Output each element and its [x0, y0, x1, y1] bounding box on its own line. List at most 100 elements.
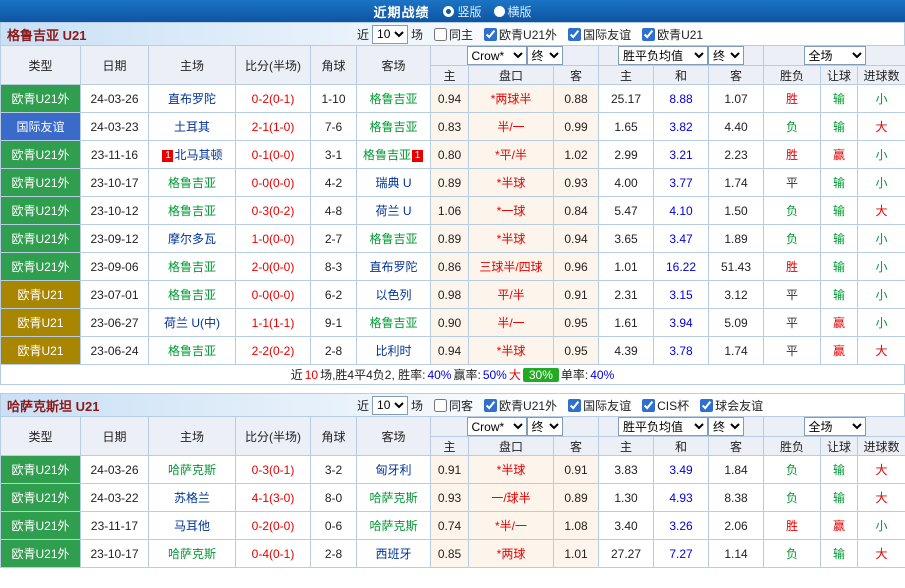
home-team[interactable]: 格鲁吉亚 — [168, 344, 216, 358]
home-odds: 0.94 — [430, 336, 469, 365]
odds-final-select[interactable]: 终 — [526, 417, 563, 436]
checkbox-input[interactable] — [484, 398, 498, 412]
col-header-wdl: 胜负 — [763, 436, 821, 456]
handicap: *两球半 — [468, 84, 554, 113]
away-team[interactable]: 格鲁吉亚 — [369, 316, 417, 330]
col-header-date: 日期 — [80, 416, 149, 456]
home-odds: 0.83 — [430, 112, 469, 141]
score[interactable]: 2-1(1-0) — [235, 112, 311, 141]
checkbox-input[interactable] — [484, 27, 498, 41]
away-team[interactable]: 西班牙 — [375, 547, 411, 561]
away-team[interactable]: 格鲁吉亚 — [363, 148, 411, 162]
home-team[interactable]: 马耳他 — [174, 519, 210, 533]
layout-radio-0[interactable]: 竖版 — [443, 3, 482, 20]
away-team[interactable]: 比利时 — [375, 344, 411, 358]
recent-count-select[interactable]: 10 — [372, 24, 409, 44]
corners: 3-2 — [310, 455, 357, 484]
score[interactable]: 0-2(0-0) — [235, 511, 311, 540]
corners: 8-3 — [310, 252, 357, 281]
avg-type-select[interactable]: 胜平负均值 — [618, 417, 708, 436]
score[interactable]: 0-2(0-1) — [235, 84, 311, 113]
avg-type-select[interactable]: 胜平负均值 — [618, 46, 708, 65]
avg-home: 2.99 — [598, 140, 654, 169]
filter-checkbox-4[interactable]: 球会友谊 — [692, 397, 763, 414]
away-team[interactable]: 哈萨克斯 — [369, 491, 417, 505]
checkbox-input[interactable] — [642, 27, 656, 41]
filter-checkbox-1[interactable]: 欧青U21外 — [476, 397, 557, 414]
bookmaker-select[interactable]: Crow* — [466, 46, 527, 65]
home-team[interactable]: 哈萨克斯 — [168, 463, 216, 477]
layout-radio-1[interactable]: 横版 — [493, 3, 532, 20]
away-team-cell: 格鲁吉亚 1 — [356, 140, 431, 169]
filter-checkbox-2[interactable]: 国际友谊 — [560, 397, 631, 414]
away-team[interactable]: 格鲁吉亚 — [369, 232, 417, 246]
col-header-type: 类型 — [0, 416, 81, 456]
filter-checkbox-2[interactable]: 国际友谊 — [560, 26, 631, 43]
score[interactable]: 0-3(0-1) — [235, 455, 311, 484]
score[interactable]: 2-2(0-2) — [235, 336, 311, 365]
away-team-cell: 哈萨克斯 — [356, 483, 431, 512]
away-team[interactable]: 直布罗陀 — [369, 260, 417, 274]
score[interactable]: 0-4(0-1) — [235, 539, 311, 568]
away-team[interactable]: 格鲁吉亚 — [369, 92, 417, 106]
summary-text: 单率: — [560, 368, 589, 382]
avg-final-select[interactable]: 终 — [708, 417, 744, 436]
scope-select[interactable]: 全场 — [803, 417, 866, 436]
home-team[interactable]: 格鲁吉亚 — [168, 204, 216, 218]
score[interactable]: 0-1(0-0) — [235, 140, 311, 169]
filter-checkbox-3[interactable]: CIS杯 — [634, 397, 689, 414]
away-team[interactable]: 哈萨克斯 — [369, 519, 417, 533]
checkbox-input[interactable] — [568, 398, 582, 412]
home-team[interactable]: 格鲁吉亚 — [168, 288, 216, 302]
avg-away: 8.38 — [708, 483, 764, 512]
home-team[interactable]: 北马其顿 — [174, 148, 222, 162]
filter-checkbox-1[interactable]: 欧青U21外 — [476, 26, 557, 43]
home-team[interactable]: 摩尔多瓦 — [168, 232, 216, 246]
home-team[interactable]: 格鲁吉亚 — [168, 260, 216, 274]
match-date: 24-03-23 — [80, 112, 149, 141]
away-team[interactable]: 荷兰 U — [375, 204, 411, 218]
scope-select[interactable]: 全场 — [803, 46, 866, 65]
home-team[interactable]: 土耳其 — [174, 120, 210, 134]
score[interactable]: 0-0(0-0) — [235, 280, 311, 309]
home-team[interactable]: 荷兰 U(中) — [164, 316, 220, 330]
score[interactable]: 4-1(3-0) — [235, 483, 311, 512]
checkbox-input[interactable] — [434, 398, 448, 412]
match-row: 欧青U21外 23-10-17 哈萨克斯 0-4(0-1) 2-8 西班牙 0.85 *两球 1… — [0, 539, 905, 568]
checkbox-label: 欧青U21外 — [499, 27, 558, 42]
score[interactable]: 2-0(0-0) — [235, 252, 311, 281]
away-team[interactable]: 格鲁吉亚 — [369, 120, 417, 134]
avg-draw: 3.82 — [653, 112, 709, 141]
score[interactable]: 0-3(0-2) — [235, 196, 311, 225]
home-team[interactable]: 哈萨克斯 — [168, 547, 216, 561]
result-handicap: 输 — [820, 455, 858, 484]
home-team[interactable]: 直布罗陀 — [168, 92, 216, 106]
home-team[interactable]: 格鲁吉亚 — [168, 176, 216, 190]
result-handicap: 输 — [820, 280, 858, 309]
checkbox-input[interactable] — [700, 398, 714, 412]
checkbox-input[interactable] — [642, 398, 656, 412]
red-card-badge: 1 — [412, 150, 423, 162]
away-team[interactable]: 以色列 — [375, 288, 411, 302]
away-team[interactable]: 瑞典 U — [375, 176, 411, 190]
filter-checkbox-3[interactable]: 欧青U21 — [634, 26, 703, 43]
score[interactable]: 0-0(0-0) — [235, 168, 311, 197]
avg-away: 51.43 — [708, 252, 764, 281]
odds-final-select[interactable]: 终 — [526, 46, 563, 65]
col-header-avg_draw: 和 — [653, 436, 709, 456]
checkbox-input[interactable] — [568, 27, 582, 41]
checkbox-input[interactable] — [434, 27, 448, 41]
home-team[interactable]: 苏格兰 — [174, 491, 210, 505]
recent-count-select[interactable]: 10 — [372, 395, 409, 415]
score[interactable]: 1-1(1-1) — [235, 308, 311, 337]
col-header-goals: 进球数 — [856, 65, 905, 85]
score[interactable]: 1-0(0-0) — [235, 224, 311, 253]
filter-checkbox-0[interactable]: 同主 — [426, 26, 473, 43]
result-handicap: 输 — [820, 84, 858, 113]
avg-final-select[interactable]: 终 — [708, 46, 744, 65]
radio-selected-icon[interactable] — [443, 5, 455, 17]
radio-icon[interactable] — [493, 5, 505, 17]
bookmaker-select[interactable]: Crow* — [466, 417, 527, 436]
filter-checkbox-0[interactable]: 同客 — [426, 397, 473, 414]
away-team[interactable]: 匈牙利 — [375, 463, 411, 477]
